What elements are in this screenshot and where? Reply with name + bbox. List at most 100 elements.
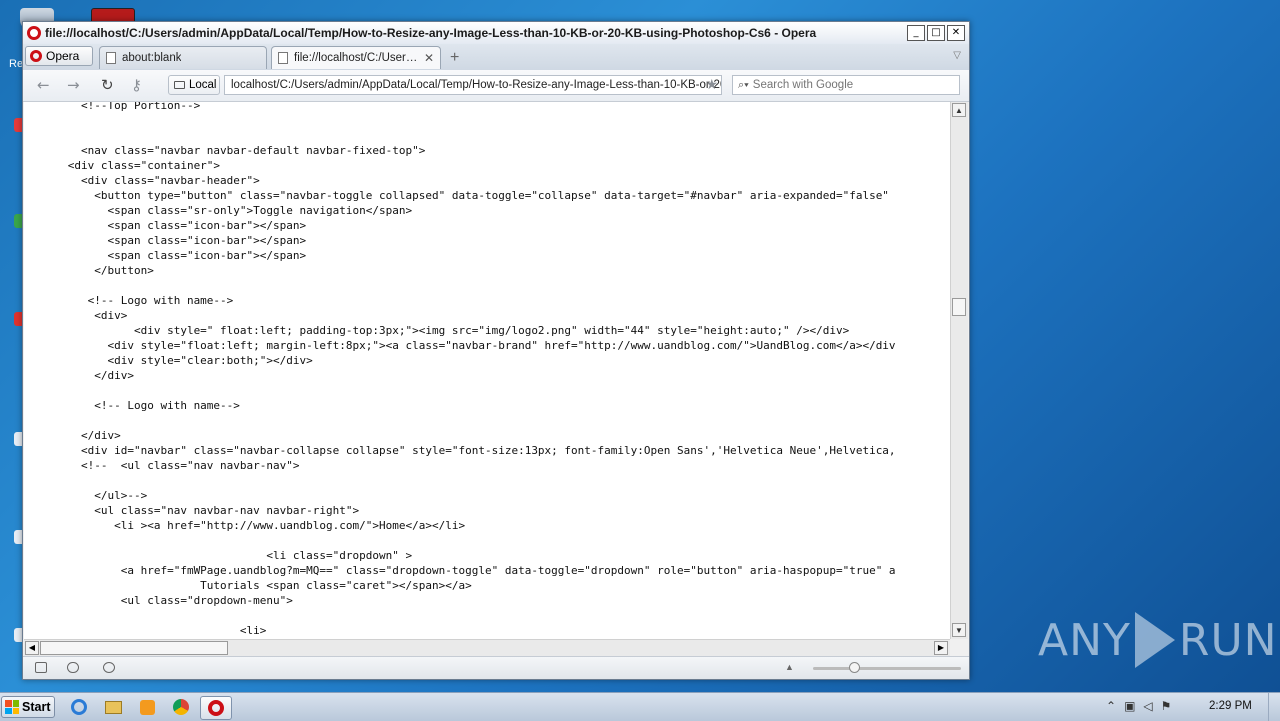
window-title: file://localhost/C:/Users/admin/AppData/…: [45, 26, 817, 40]
tab-bar: Opera about:blank file://localhost/C:/Us…: [23, 44, 969, 70]
opera-taskbar-icon[interactable]: [200, 696, 232, 720]
title-bar[interactable]: file://localhost/C:/Users/admin/AppData/…: [23, 22, 969, 44]
media-player-icon[interactable]: [136, 696, 158, 718]
code-line: <div style="float:left; margin-left:8px;…: [107, 339, 896, 352]
code-line: <a href="fmWPage.uandblog?m=MQ==" class=…: [120, 564, 896, 577]
code-line: <span class="icon-bar"></span>: [107, 219, 307, 232]
code-line: <li class="dropdown" >: [266, 549, 413, 562]
key-icon[interactable]: ⚷: [131, 76, 142, 94]
tray-chevron-icon[interactable]: ⌃: [1106, 699, 1116, 713]
code-line: <span class="icon-bar"></span>: [107, 234, 307, 247]
show-desktop-button[interactable]: [1268, 693, 1280, 721]
opera-window: file://localhost/C:/Users/admin/AppData/…: [22, 21, 970, 680]
panel-toggle-icon[interactable]: [35, 662, 47, 673]
start-button[interactable]: Start: [1, 696, 55, 718]
scroll-left-button[interactable]: ◀: [25, 641, 39, 655]
horizontal-scroll-thumb[interactable]: [40, 641, 228, 655]
code-line: </div>: [94, 369, 134, 382]
chrome-icon[interactable]: [170, 696, 192, 718]
zoom-arrow-icon[interactable]: ▲: [785, 662, 794, 672]
code-line: <!-- <ul class="nav navbar-nav">: [80, 459, 300, 472]
code-line: <button type="button" class="navbar-togg…: [94, 189, 889, 202]
code-line: </div>: [80, 429, 121, 442]
vertical-scrollbar[interactable]: ▲ ▼: [950, 102, 968, 639]
start-label: Start: [22, 700, 51, 714]
security-badge-label: Local: [189, 79, 217, 91]
search-icon: ⌕▾: [738, 78, 749, 91]
play-logo-icon: [1134, 612, 1175, 668]
opera-logo-icon: [27, 26, 41, 40]
code-line: </button>: [94, 264, 154, 277]
opera-logo-icon: [30, 50, 42, 62]
code-line: <div id="navbar" class="navbar-collapse …: [80, 444, 896, 457]
speed-dial-icon[interactable]: [103, 662, 115, 673]
scroll-up-button[interactable]: ▲: [952, 103, 966, 117]
scroll-right-button[interactable]: ▶: [934, 641, 948, 655]
code-line: Tutorials <span class="caret"></span></a…: [200, 579, 472, 592]
code-line: <div class="navbar-header">: [80, 174, 260, 187]
windows-logo-icon: [5, 700, 19, 714]
status-bar: ▲: [23, 656, 969, 679]
search-field[interactable]: ⌕▾: [732, 75, 960, 95]
network-icon[interactable]: ▣: [1124, 699, 1135, 713]
monitor-icon: [174, 81, 185, 89]
clock[interactable]: 2:29 PM: [1209, 700, 1252, 712]
code-line: <!-- Logo with name-->: [94, 399, 240, 412]
zoom-slider[interactable]: [813, 667, 961, 670]
tab-label: file://localhost/C:/Users/...: [294, 52, 418, 64]
desktop-label-recycle: Re: [9, 58, 24, 70]
tab-list-chevron-icon[interactable]: ▽: [953, 50, 961, 61]
new-tab-button[interactable]: +: [450, 49, 459, 67]
navigation-bar: ← → ↻ ⚷ Local localhost/C:/Users/admin/A…: [23, 70, 969, 102]
page-content[interactable]: <!--Top Portion--> <nav class="navbar na…: [24, 102, 950, 639]
code-line: <div style="clear:both;"></div>: [107, 354, 313, 367]
watermark-left: ANY: [1038, 614, 1131, 666]
tab-label: about:blank: [122, 52, 182, 64]
code-line: <div class="container">: [67, 159, 221, 172]
action-center-flag-icon[interactable]: ⚑: [1161, 699, 1172, 713]
watermark-right: RUN: [1178, 614, 1278, 666]
maximize-button[interactable]: □: [927, 25, 945, 41]
security-badge[interactable]: Local: [168, 75, 220, 95]
bookmark-star-icon[interactable]: ★: [705, 76, 718, 93]
search-input[interactable]: [752, 79, 933, 91]
horizontal-scrollbar[interactable]: ◀ ▶: [24, 639, 950, 656]
code-line: <div style=" float:left; padding-top:3px…: [133, 324, 850, 337]
system-tray: ⌃ ▣ ◁ ⚑: [1106, 699, 1171, 713]
reload-button[interactable]: ↻: [101, 76, 114, 94]
code-line: <ul class="dropdown-menu">: [120, 594, 293, 607]
close-button[interactable]: ✕: [947, 25, 965, 41]
code-line: <span class="sr-only">Toggle navigation<…: [107, 204, 413, 217]
vertical-scroll-thumb[interactable]: [952, 298, 966, 316]
tab-local-file[interactable]: file://localhost/C:/Users/... ✕: [271, 46, 441, 69]
code-line: <!-- Logo with name-->: [87, 294, 234, 307]
address-text: localhost/C:/Users/admin/AppData/Local/T…: [231, 79, 722, 91]
code-line: <nav class="navbar navbar-default navbar…: [80, 144, 426, 157]
tab-close-icon[interactable]: ✕: [424, 51, 434, 65]
file-explorer-icon[interactable]: [102, 696, 124, 718]
code-line: <!--Top Portion-->: [80, 102, 201, 112]
volume-icon[interactable]: ◁: [1143, 699, 1152, 713]
code-line: <span class="icon-bar"></span>: [107, 249, 307, 262]
taskbar: Start ⌃ ▣ ◁ ⚑ 2:29 PM: [0, 692, 1280, 721]
tab-about-blank[interactable]: about:blank: [99, 46, 267, 69]
scroll-down-button[interactable]: ▼: [952, 623, 966, 637]
address-field[interactable]: localhost/C:/Users/admin/AppData/Local/T…: [224, 75, 722, 95]
anyrun-watermark: ANY RUN: [1038, 612, 1278, 668]
opera-menu-button[interactable]: Opera: [25, 46, 93, 66]
internet-explorer-icon[interactable]: [68, 696, 90, 718]
cloud-sync-icon[interactable]: [67, 662, 79, 673]
code-line: <li>: [239, 624, 267, 637]
forward-button[interactable]: →: [67, 76, 80, 94]
code-line: <ul class="nav navbar-nav navbar-right">: [94, 504, 360, 517]
opera-menu-label: Opera: [46, 49, 80, 63]
minimize-button[interactable]: _: [907, 25, 925, 41]
code-line: </ul>-->: [94, 489, 148, 502]
back-button[interactable]: ←: [37, 76, 50, 94]
zoom-slider-knob[interactable]: [849, 662, 860, 673]
code-line: <div>: [94, 309, 128, 322]
code-line: <li ><a href="http://www.uandblog.com/">…: [114, 519, 466, 532]
page-icon: [106, 52, 116, 64]
window-controls: _ □ ✕: [907, 25, 965, 41]
page-icon: [278, 52, 288, 64]
